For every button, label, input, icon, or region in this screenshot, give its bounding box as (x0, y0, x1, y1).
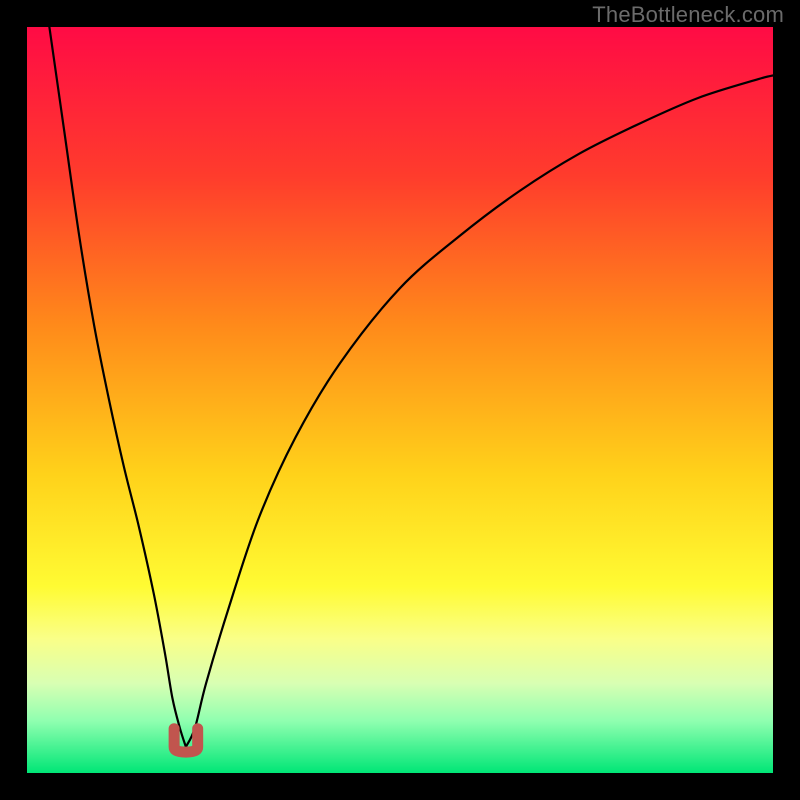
outer-frame: TheBottleneck.com (0, 0, 800, 800)
bottleneck-plot (27, 27, 773, 773)
watermark-text: TheBottleneck.com (592, 2, 784, 28)
gradient-background (27, 27, 773, 773)
